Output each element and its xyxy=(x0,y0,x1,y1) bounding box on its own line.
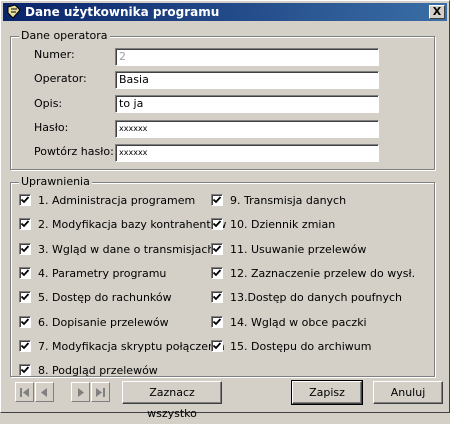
repeat-password-field[interactable]: xxxxxx xyxy=(115,144,379,162)
numer-label: Numer: xyxy=(34,48,75,61)
permission-checkbox-5[interactable]: 5. Dostęp do rachunków xyxy=(19,289,172,305)
opis-field[interactable]: to ja xyxy=(115,95,379,113)
permission-checkbox-11[interactable]: 11. Usuwanie przelewów xyxy=(211,241,366,257)
checkbox-box[interactable] xyxy=(19,291,31,303)
permission-checkbox-7[interactable]: 7. Modyfikacja skryptu połączenia xyxy=(19,338,225,354)
dialog-window: Dane użytkownika programu X Dane operato… xyxy=(0,0,450,420)
permission-label: 1. Administracja programem xyxy=(38,193,196,207)
select-all-button[interactable]: Zaznacz wszystko xyxy=(122,381,222,420)
permission-label: 14. Wgląd w obce paczki xyxy=(230,315,367,329)
password-label: Hasło: xyxy=(34,121,69,134)
permission-checkbox-14[interactable]: 14. Wgląd w obce paczki xyxy=(211,314,367,330)
checkbox-box[interactable] xyxy=(211,218,223,230)
password-field[interactable]: xxxxxx xyxy=(115,120,379,138)
permission-checkbox-4[interactable]: 4. Parametry programu xyxy=(19,265,166,281)
permission-label: 2. Modyfikacja bazy kontrahentów xyxy=(38,217,227,231)
window-title: Dane użytkownika programu xyxy=(25,5,220,19)
permission-checkbox-15[interactable]: 15. Dostępu do archiwum xyxy=(211,338,371,354)
permission-checkbox-6[interactable]: 6. Dopisanie przelewów xyxy=(19,314,169,330)
permission-checkbox-2[interactable]: 2. Modyfikacja bazy kontrahentów xyxy=(19,216,226,232)
nav-next-button[interactable] xyxy=(71,382,90,402)
permission-checkbox-1[interactable]: 1. Administracja programem xyxy=(19,192,195,208)
checkbox-box[interactable] xyxy=(19,340,31,352)
cancel-button[interactable]: Anuluj xyxy=(373,381,443,404)
permission-label: 9. Transmisja danych xyxy=(230,193,347,207)
permission-label: 15. Dostępu do archiwum xyxy=(230,339,372,353)
numer-field: 2 xyxy=(115,48,379,66)
opis-label: Opis: xyxy=(34,97,63,110)
checkbox-box[interactable] xyxy=(211,316,223,328)
operator-label: Operator: xyxy=(34,72,87,85)
checkbox-box[interactable] xyxy=(19,316,31,328)
checkbox-box[interactable] xyxy=(19,194,31,206)
checkbox-box[interactable] xyxy=(19,218,31,230)
permission-label: 5. Dostęp do rachunków xyxy=(38,290,172,304)
permission-label: 7. Modyfikacja skryptu połączenia xyxy=(38,339,225,353)
repeat-password-label: Powtórz hasło: xyxy=(34,145,114,158)
operator-field[interactable]: Basia xyxy=(115,71,379,89)
app-icon xyxy=(6,4,22,20)
checkbox-box[interactable] xyxy=(211,267,223,279)
checkbox-box[interactable] xyxy=(211,340,223,352)
permission-label: 11. Usuwanie przelewów xyxy=(230,242,367,256)
checkbox-box[interactable] xyxy=(19,267,31,279)
checkbox-box[interactable] xyxy=(19,243,31,255)
permission-label: 13.Dostęp do danych poufnych xyxy=(230,290,402,304)
checkbox-box[interactable] xyxy=(211,194,223,206)
checkbox-box[interactable] xyxy=(19,364,31,376)
permission-label: 10. Dziennik zmian xyxy=(230,217,336,231)
permission-checkbox-10[interactable]: 10. Dziennik zmian xyxy=(211,216,335,232)
permission-checkbox-13[interactable]: 13.Dostęp do danych poufnych xyxy=(211,289,402,305)
permission-label: 8. Podgląd przelewów xyxy=(38,363,158,377)
permission-checkbox-3[interactable]: 3. Wgląd w dane o transmisjach xyxy=(19,241,214,257)
permission-label: 3. Wgląd w dane o transmisjach xyxy=(38,242,215,256)
nav-last-button[interactable] xyxy=(91,382,110,402)
permission-label: 6. Dopisanie przelewów xyxy=(38,315,169,329)
save-button[interactable]: Zapisz xyxy=(291,380,363,405)
nav-first-button[interactable] xyxy=(15,382,34,402)
operator-group-legend: Dane operatora xyxy=(19,29,110,42)
checkbox-box[interactable] xyxy=(211,243,223,255)
nav-prev-button[interactable] xyxy=(35,382,54,402)
permission-checkbox-12[interactable]: 12. Zaznaczenie przelew do wysł. xyxy=(211,265,415,281)
title-bar[interactable]: Dane użytkownika programu X xyxy=(3,3,447,21)
close-button[interactable]: X xyxy=(429,5,445,19)
checkbox-box[interactable] xyxy=(211,291,223,303)
permission-checkbox-8[interactable]: 8. Podgląd przelewów xyxy=(19,362,158,378)
permission-label: 4. Parametry programu xyxy=(38,266,167,280)
permission-label: 12. Zaznaczenie przelew do wysł. xyxy=(230,266,416,280)
permission-checkbox-9[interactable]: 9. Transmisja danych xyxy=(211,192,346,208)
permissions-group-legend: Uprawnienia xyxy=(19,175,92,188)
